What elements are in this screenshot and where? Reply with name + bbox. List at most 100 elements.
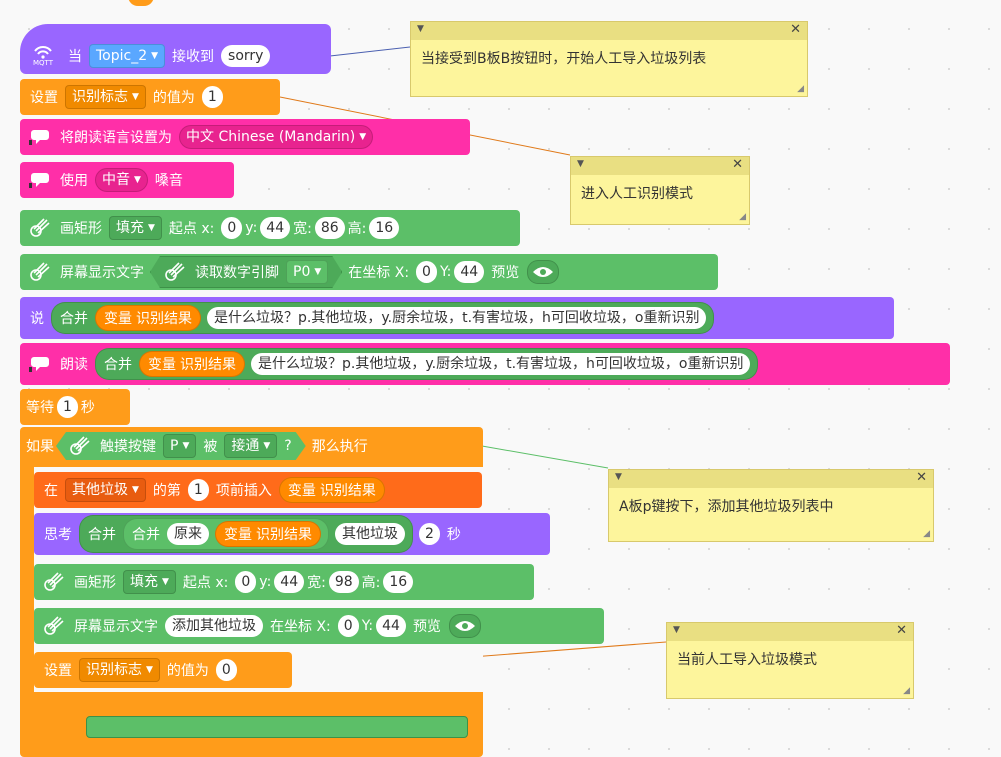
say-block[interactable]: 说 合并 变量 识别结果 是什么垃圾？p.其他垃圾，y.厨余垃圾，t.有害垃圾，h…	[20, 297, 894, 339]
comment-note[interactable]: ▼ ✕ 当接受到B板B按钮时，开始人工导入垃圾列表 ◢	[410, 21, 808, 97]
collapse-arrow-icon[interactable]: ▼	[673, 625, 680, 635]
close-icon[interactable]: ✕	[896, 623, 907, 638]
variable-dropdown[interactable]: 识别标志 ▼	[79, 658, 160, 682]
comment-text[interactable]: A板p键按下，添加其他垃圾列表中	[609, 488, 933, 524]
set-flag-block[interactable]: 设置 识别标志 ▼ 的值为 1	[20, 79, 280, 115]
value-of-label: 的值为	[152, 90, 195, 106]
text-input[interactable]: 是什么垃圾？p.其他垃圾，y.厨余垃圾，t.有害垃圾，h可回收垃圾，o重新识别	[251, 353, 751, 375]
x-input[interactable]: 0	[221, 217, 243, 239]
comment-note[interactable]: ▼ ✕ 当前人工导入垃圾模式 ◢	[666, 622, 914, 699]
close-icon[interactable]: ✕	[732, 157, 743, 172]
collapse-arrow-icon[interactable]: ▼	[577, 159, 584, 169]
resize-grip-icon[interactable]: ◢	[903, 686, 910, 696]
question-label: ?	[284, 438, 292, 454]
draw-rect-label: 画矩形	[60, 221, 102, 237]
text-input[interactable]: 是什么垃圾？p.其他垃圾，y.厨余垃圾，t.有害垃圾，h可回收垃圾，o重新识别	[207, 307, 707, 329]
collapse-arrow-icon[interactable]: ▼	[417, 24, 424, 34]
screen-display-label: 屏幕显示文字	[60, 265, 144, 281]
chevron-down-icon: ▼	[132, 92, 139, 102]
x-input[interactable]: 0	[416, 261, 437, 283]
join-reporter[interactable]: 合并 变量 识别结果 是什么垃圾？p.其他垃圾，y.厨余垃圾，t.有害垃圾，h可回…	[51, 302, 715, 334]
text-input[interactable]: 添加其他垃圾	[165, 615, 263, 637]
wait-seconds-input[interactable]: 1	[57, 396, 78, 418]
variable-label: 变量	[224, 527, 252, 543]
partial-block-bottom[interactable]	[86, 716, 468, 738]
think-block[interactable]: 思考 合并 合并 原来 变量 识别结果 其他垃圾 2 秒	[34, 513, 550, 555]
eye-icon[interactable]	[527, 260, 560, 284]
chevron-down-icon: ▼	[151, 51, 159, 61]
join-reporter[interactable]: 合并 合并 原来 变量 识别结果 其他垃圾	[79, 515, 413, 553]
connector-line-3	[481, 445, 609, 469]
connector-line-1	[329, 46, 411, 57]
chevron-down-icon: ▼	[132, 485, 139, 495]
list-dropdown[interactable]: 其他垃圾 ▼	[65, 478, 146, 502]
text-input[interactable]: 原来	[167, 523, 209, 545]
state-dropdown[interactable]: 接通 ▼	[224, 434, 277, 458]
collapse-arrow-icon[interactable]: ▼	[615, 472, 622, 482]
index-input[interactable]: 1	[187, 479, 209, 501]
comment-note[interactable]: ▼ ✕ A板p键按下，添加其他垃圾列表中 ◢	[608, 469, 934, 542]
insert-list-block[interactable]: 在 其他垃圾 ▼ 的第 1 项前插入 变量 识别结果	[34, 472, 482, 508]
variable-reporter[interactable]: 变量 识别结果	[215, 521, 321, 547]
height-input[interactable]: 16	[369, 217, 400, 239]
comment-text[interactable]: 当前人工导入垃圾模式	[667, 641, 913, 677]
message-input[interactable]: sorry	[221, 45, 271, 67]
text-input[interactable]: 其他垃圾	[335, 523, 405, 545]
comment-text[interactable]: 当接受到B板B按钮时，开始人工导入垃圾列表	[411, 40, 807, 76]
hand-wave-icon	[161, 259, 187, 285]
variable-reporter[interactable]: 变量 识别结果	[278, 477, 385, 503]
draw-rect-block[interactable]: 画矩形 填充 ▼ 起点 x: 0 y: 44 宽: 98 高: 16	[34, 564, 534, 600]
set-label: 设置	[30, 90, 58, 106]
read-pin-label: 读取数字引脚	[195, 265, 279, 281]
wait-block[interactable]: 等待 1 秒	[20, 389, 130, 425]
value-input[interactable]: 0	[215, 659, 237, 681]
comment-text[interactable]: 进入人工识别模式	[571, 175, 749, 211]
resize-grip-icon[interactable]: ◢	[797, 84, 804, 94]
screen-display-block[interactable]: 屏幕显示文字 读取数字引脚 P0 ▼ 在坐标 X: 0 Y: 44 预览	[20, 254, 718, 290]
comment-note[interactable]: ▼ ✕ 进入人工识别模式 ◢	[570, 156, 750, 225]
close-icon[interactable]: ✕	[790, 22, 801, 37]
fill-mode-dropdown[interactable]: 填充 ▼	[123, 570, 176, 594]
join-reporter[interactable]: 合并 变量 识别结果 是什么垃圾？p.其他垃圾，y.厨余垃圾，t.有害垃圾，h可回…	[95, 348, 759, 380]
tts-voice-block[interactable]: 使用 中音 ▼ 嗓音	[20, 162, 234, 198]
x-input[interactable]: 0	[337, 615, 359, 637]
draw-rect-block[interactable]: 画矩形 填充 ▼ 起点 x: 0 y: 44 宽: 86 高: 16	[20, 210, 520, 246]
y-input[interactable]: 44	[454, 261, 485, 283]
close-icon[interactable]: ✕	[916, 470, 927, 485]
resize-grip-icon[interactable]: ◢	[739, 212, 746, 222]
chevron-down-icon: ▼	[162, 577, 169, 587]
join-reporter-inner[interactable]: 合并 原来 变量 识别结果	[123, 518, 329, 550]
width-input[interactable]: 86	[314, 217, 345, 239]
y-input[interactable]: 44	[376, 615, 406, 637]
height-input[interactable]: 16	[383, 571, 414, 593]
x-input[interactable]: 0	[235, 571, 257, 593]
fill-mode-dropdown[interactable]: 填充 ▼	[109, 216, 162, 240]
topic-dropdown[interactable]: Topic_2 ▼	[89, 44, 166, 68]
think-seconds-input[interactable]: 2	[419, 523, 440, 545]
screen-display-block[interactable]: 屏幕显示文字 添加其他垃圾 在坐标 X: 0 Y: 44 预览	[34, 608, 604, 644]
tts-language-block[interactable]: 将朗读语言设置为 中文 Chinese (Mandarin) ▼	[20, 119, 470, 155]
sound-label: 嗓音	[154, 173, 183, 189]
width-input[interactable]: 98	[328, 571, 359, 593]
y-label: y:	[245, 220, 258, 236]
resize-grip-icon[interactable]: ◢	[923, 529, 930, 539]
variable-dropdown[interactable]: 识别标志 ▼	[65, 85, 146, 109]
y-input[interactable]: 44	[274, 571, 305, 593]
chevron-down-icon: ▼	[146, 665, 153, 675]
voice-dropdown[interactable]: 中音 ▼	[95, 168, 148, 192]
variable-reporter[interactable]: 变量 识别结果	[139, 351, 245, 377]
comment-header: ▼ ✕	[411, 22, 807, 40]
say-label: 说	[30, 311, 44, 327]
variable-label: 变量	[104, 311, 132, 327]
y-input[interactable]: 44	[260, 217, 291, 239]
eye-icon[interactable]	[448, 614, 481, 638]
variable-reporter[interactable]: 变量 识别结果	[95, 305, 201, 331]
set-flag-block[interactable]: 设置 识别标志 ▼ 的值为 0	[34, 652, 292, 688]
speak-block[interactable]: 朗读 合并 变量 识别结果 是什么垃圾？p.其他垃圾，y.厨余垃圾，t.有害垃圾，…	[20, 343, 950, 385]
key-dropdown[interactable]: P ▼	[163, 434, 196, 458]
read-digital-pin-reporter[interactable]: 读取数字引脚 P0 ▼	[150, 256, 342, 288]
value-input[interactable]: 1	[201, 86, 223, 108]
touch-key-condition[interactable]: 触摸按键 P ▼ 被 接通 ▼ ?	[56, 432, 306, 460]
pin-dropdown[interactable]: P0 ▼	[286, 260, 328, 284]
language-dropdown[interactable]: 中文 Chinese (Mandarin) ▼	[179, 125, 374, 149]
